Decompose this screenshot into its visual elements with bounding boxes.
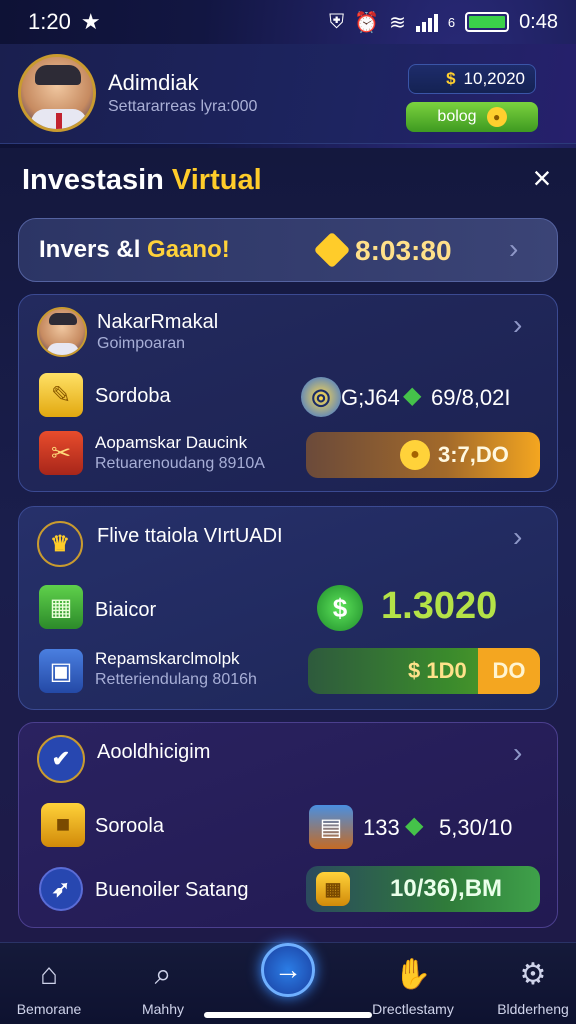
- nav-item-search[interactable]: ⌕ Mahhy: [108, 943, 218, 1024]
- close-icon[interactable]: ×: [526, 162, 558, 194]
- target-icon: ◎: [301, 377, 341, 417]
- diamond-icon: [313, 231, 351, 269]
- settings-icon: ⚙: [519, 958, 547, 991]
- status-bar: 1:20 ★ ⛨ ⏰ ≋ 6 0:48: [0, 0, 576, 44]
- home-icon: ⌂: [39, 958, 59, 991]
- invest-gain-banner[interactable]: Invers &l Gaano! 8:03:80 ›: [18, 218, 558, 282]
- card1-row1-value-b: 69/8,02I: [431, 385, 511, 410]
- dollar-coin-icon: $: [446, 69, 456, 88]
- dollar-icon: $: [317, 585, 363, 631]
- card1-row2-label: Aopamskar Daucink: [95, 433, 248, 452]
- card1-subtitle: Goimpoaran: [97, 335, 186, 352]
- card3-action-button[interactable]: ▦ 10/36),BM: [306, 866, 540, 912]
- diamond-green-icon: ◆: [405, 812, 424, 839]
- user-subtitle: Settararreas lyra:000: [108, 98, 258, 115]
- card3-row2-label: Buenoiler Satang: [95, 879, 249, 901]
- card2-row2-sub: Retteriendulang 8016h: [95, 671, 257, 688]
- card3-row1-label: Soroola: [95, 815, 164, 837]
- battery-icon: [465, 12, 510, 32]
- cube-icon: ■: [41, 803, 85, 847]
- card3-title: Aooldhicigim: [97, 741, 211, 763]
- card2-title: Flive ttaiola VIrtUADI: [97, 525, 283, 547]
- card2-row1-label: Biaicor: [95, 599, 157, 621]
- card2-row2-label: Repamskarclmolpk: [95, 649, 240, 668]
- banner-value: 8:03:80: [355, 235, 452, 266]
- nav-item-profile[interactable]: ✋ Drectlestamy: [358, 943, 468, 1024]
- user-icon: ✋: [394, 958, 432, 991]
- chevron-right-icon: ›: [509, 233, 519, 264]
- balance-display: $ 10,2020: [408, 64, 536, 94]
- treasure-icon: ▦: [316, 872, 350, 906]
- card1-title: NakarRmakal: [97, 311, 219, 333]
- app-header: Adimdiak Settararreas lyra:000 $ 10,2020…: [0, 44, 576, 144]
- balance-value: 10,2020: [463, 69, 525, 88]
- tools-icon: ✂: [39, 431, 83, 475]
- battery-percent: 6: [447, 14, 456, 30]
- card1-pill-value: 3:7,DO: [438, 442, 509, 467]
- wallet-icon: ▤: [309, 805, 353, 849]
- card2-big-value: 1.3020: [381, 585, 498, 627]
- status-time: 1:20: [28, 9, 71, 34]
- center-action-button[interactable]: →: [261, 943, 315, 997]
- card1-row1-value-a: G;J64: [341, 385, 400, 410]
- rocket-icon: ➶: [39, 867, 83, 911]
- bolog-label: bolog: [437, 108, 477, 125]
- nav-item-home[interactable]: ⌂ Bemorane: [0, 943, 104, 1024]
- alarm-icon: ⏰: [354, 11, 380, 34]
- coin-icon: ●: [486, 107, 507, 127]
- card2-pill-value-a: $ 1D0: [408, 658, 467, 683]
- card1-action-button[interactable]: ● 3:7,DO: [306, 432, 540, 478]
- check-icon: ✔: [37, 735, 85, 783]
- signal-icon: [415, 12, 438, 32]
- card-avatar: [37, 307, 87, 357]
- nav-item-settings[interactable]: ⚙ Bldderheng: [478, 943, 576, 1024]
- ticket-icon: ✎: [39, 373, 83, 417]
- status-clock: 0:48: [519, 10, 558, 33]
- banner-label: Invers &l Gaano!: [39, 236, 230, 263]
- chevron-right-icon: ›: [513, 521, 523, 552]
- card1-row1-label: Sordoba: [95, 385, 171, 407]
- clipboard-icon: ▣: [39, 649, 83, 693]
- user-name: Adimdiak: [108, 70, 199, 95]
- search-icon: ⌕: [154, 958, 172, 991]
- shield-icon: ⛨: [329, 10, 345, 33]
- bolog-button[interactable]: bolog ●: [406, 102, 538, 132]
- home-indicator[interactable]: [204, 1012, 372, 1018]
- card2-action-button[interactable]: $ 1D0 DO: [308, 648, 540, 694]
- panel-title: Investasin Virtual: [22, 164, 262, 196]
- card3-row1-value-a: 133: [363, 815, 400, 840]
- cash-stack-icon: ▦: [39, 585, 83, 629]
- diamond-green-icon: ◆: [403, 382, 422, 409]
- card3-row1-value-b: 5,30/10: [439, 815, 513, 840]
- coin-icon: ●: [400, 440, 430, 470]
- avatar[interactable]: [18, 54, 96, 132]
- card2-pill-value-b: DO: [478, 648, 540, 694]
- chevron-right-icon: ›: [513, 309, 523, 340]
- chevron-right-icon: ›: [513, 737, 523, 768]
- wifi-icon: ≋: [389, 11, 406, 34]
- trophy-icon: ♛: [37, 521, 83, 567]
- star-icon: ★: [80, 9, 101, 34]
- card1-row2-sub: Retuarenoudang 8910A: [95, 455, 265, 472]
- card3-pill-value: 10/36),BM: [390, 875, 503, 902]
